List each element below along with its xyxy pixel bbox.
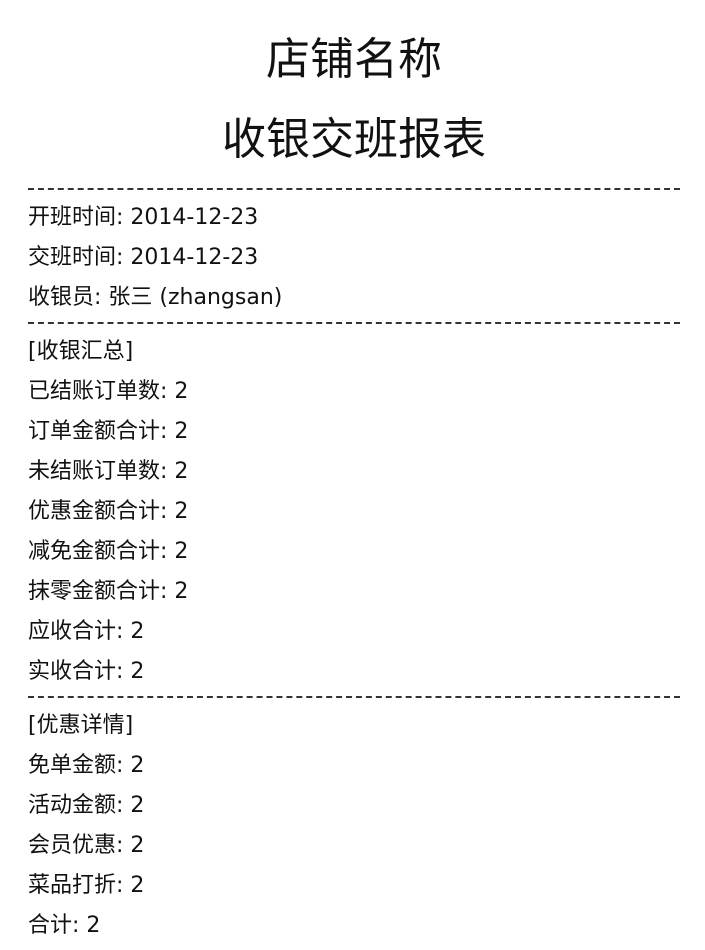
summary-row: 优惠金额合计: 2 [28, 492, 680, 532]
summary-value: 2 [130, 619, 145, 644]
cashier-row: 收银员: 张三 (zhangsan) [28, 278, 680, 318]
shift-start-row: 开班时间: 2014-12-23 [28, 198, 680, 238]
summary-value: 2 [174, 539, 189, 564]
summary-value: 2 [174, 459, 189, 484]
section-heading: [优惠详情] [28, 713, 134, 738]
shift-end-label: 交班时间: [28, 245, 124, 270]
summary-value: 2 [130, 659, 145, 684]
discount-label: 活动金额: [28, 793, 124, 818]
cashier-label: 收银员: [28, 285, 102, 310]
summary-row: 已结账订单数: 2 [28, 372, 680, 412]
summary-value: 2 [174, 419, 189, 444]
discount-label: 合计: [28, 913, 80, 938]
section-heading: [收银汇总] [28, 339, 134, 364]
summary-row: 未结账订单数: 2 [28, 452, 680, 492]
summary-label: 订单金额合计: [28, 419, 168, 444]
shift-info-section: 开班时间: 2014-12-23 交班时间: 2014-12-23 收银员: 张… [28, 190, 680, 322]
discount-value: 2 [130, 833, 145, 858]
discount-value: 2 [130, 753, 145, 778]
discount-row: 活动金额: 2 [28, 786, 680, 826]
summary-row: 抹零金额合计: 2 [28, 572, 680, 612]
cashier-summary-section: [收银汇总] 已结账订单数: 2 订单金额合计: 2 未结账订单数: 2 优惠金… [28, 324, 680, 696]
discount-value: 2 [130, 793, 145, 818]
summary-label: 优惠金额合计: [28, 499, 168, 524]
summary-row: 订单金额合计: 2 [28, 412, 680, 452]
summary-row: 减免金额合计: 2 [28, 532, 680, 572]
summary-label: 未结账订单数: [28, 459, 168, 484]
shift-end-value: 2014-12-23 [130, 245, 259, 270]
report-title: 收银交班报表 [222, 114, 486, 165]
summary-label: 减免金额合计: [28, 539, 168, 564]
discount-value: 2 [130, 873, 145, 898]
summary-value: 2 [174, 379, 189, 404]
summary-row: 实收合计: 2 [28, 652, 680, 692]
discount-value: 2 [86, 913, 101, 938]
discount-row: 合计: 2 [28, 906, 680, 946]
summary-row: 应收合计: 2 [28, 612, 680, 652]
discount-row: 免单金额: 2 [28, 746, 680, 786]
discount-row: 会员优惠: 2 [28, 826, 680, 866]
discount-row: 菜品打折: 2 [28, 866, 680, 906]
summary-value: 2 [174, 499, 189, 524]
summary-label: 实收合计: [28, 659, 124, 684]
shift-report-receipt: 店铺名称 收银交班报表 开班时间: 2014-12-23 交班时间: 2014-… [28, 28, 680, 950]
shift-start-value: 2014-12-23 [130, 205, 259, 230]
cashier-value: 张三 (zhangsan) [108, 285, 283, 310]
discount-label: 会员优惠: [28, 833, 124, 858]
summary-label: 应收合计: [28, 619, 124, 644]
summary-label: 已结账订单数: [28, 379, 168, 404]
shift-start-label: 开班时间: [28, 205, 124, 230]
discount-label: 免单金额: [28, 753, 124, 778]
shift-end-row: 交班时间: 2014-12-23 [28, 238, 680, 278]
summary-label: 抹零金额合计: [28, 579, 168, 604]
store-name: 店铺名称 [266, 34, 442, 85]
summary-value: 2 [174, 579, 189, 604]
discount-label: 菜品打折: [28, 873, 124, 898]
discount-details-section: [优惠详情] 免单金额: 2 活动金额: 2 会员优惠: 2 菜品打折: 2 合… [28, 698, 680, 950]
